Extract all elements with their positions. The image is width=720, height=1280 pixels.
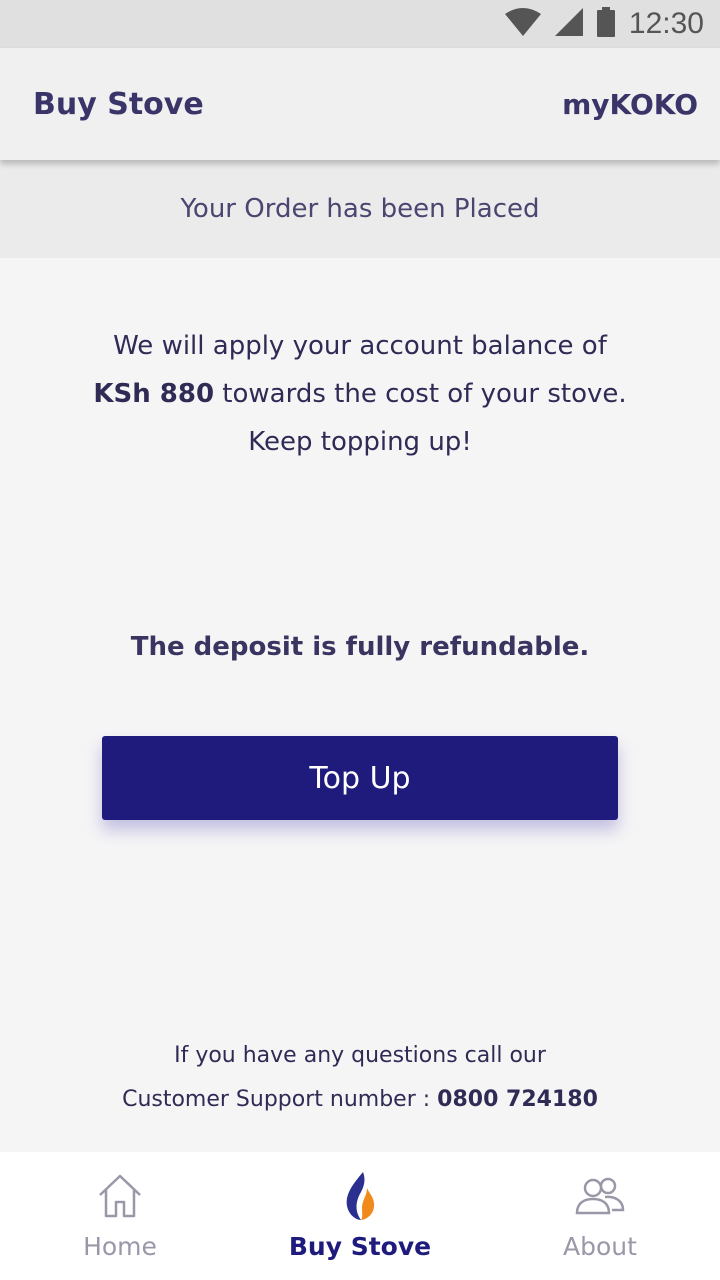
- flame-icon: [345, 1170, 375, 1222]
- support-line2-prefix: Customer Support number :: [122, 1087, 438, 1112]
- brand-logo-text: myKOKO: [562, 87, 698, 121]
- support-line2: Customer Support number : 0800 724180: [0, 1078, 720, 1122]
- nav-item-home[interactable]: Home: [0, 1152, 240, 1280]
- banner-text: Your Order has been Placed: [180, 194, 540, 224]
- balance-message: We will apply your account balance of KS…: [40, 322, 680, 466]
- nav-item-about[interactable]: About: [480, 1152, 720, 1280]
- support-phone-number[interactable]: 0800 724180: [437, 1087, 598, 1112]
- refund-note: The deposit is fully refundable.: [130, 632, 590, 662]
- people-icon: [574, 1170, 626, 1222]
- balance-message-line2: KSh 880 towards the cost of your stove.: [40, 370, 680, 418]
- status-time: 12:30: [628, 7, 704, 40]
- support-info: If you have any questions call our Custo…: [0, 1034, 720, 1122]
- balance-message-line1: We will apply your account balance of: [113, 331, 607, 361]
- support-line1: If you have any questions call our: [174, 1043, 546, 1068]
- nav-label-home: Home: [83, 1232, 157, 1261]
- balance-message-line2-rest: towards the cost of your stove.: [214, 379, 627, 409]
- page-title: Buy Stove: [33, 86, 204, 122]
- nav-item-buy-stove[interactable]: Buy Stove: [240, 1152, 480, 1280]
- balance-message-line3: Keep topping up!: [248, 427, 472, 457]
- nav-label-buy-stove: Buy Stove: [288, 1232, 432, 1261]
- balance-amount: KSh 880: [93, 379, 215, 409]
- bottom-nav: Home Buy Stove About: [0, 1152, 720, 1280]
- home-icon: [97, 1170, 143, 1222]
- status-bar: 12:30: [0, 0, 720, 48]
- signal-icon: [554, 8, 583, 40]
- order-placed-banner: Your Order has been Placed: [0, 160, 720, 258]
- wifi-icon: [504, 8, 541, 40]
- battery-icon: [596, 7, 615, 41]
- top-up-button[interactable]: Top Up: [102, 736, 618, 820]
- nav-label-about: About: [563, 1232, 637, 1261]
- app-bar: Buy Stove myKOKO: [0, 48, 720, 160]
